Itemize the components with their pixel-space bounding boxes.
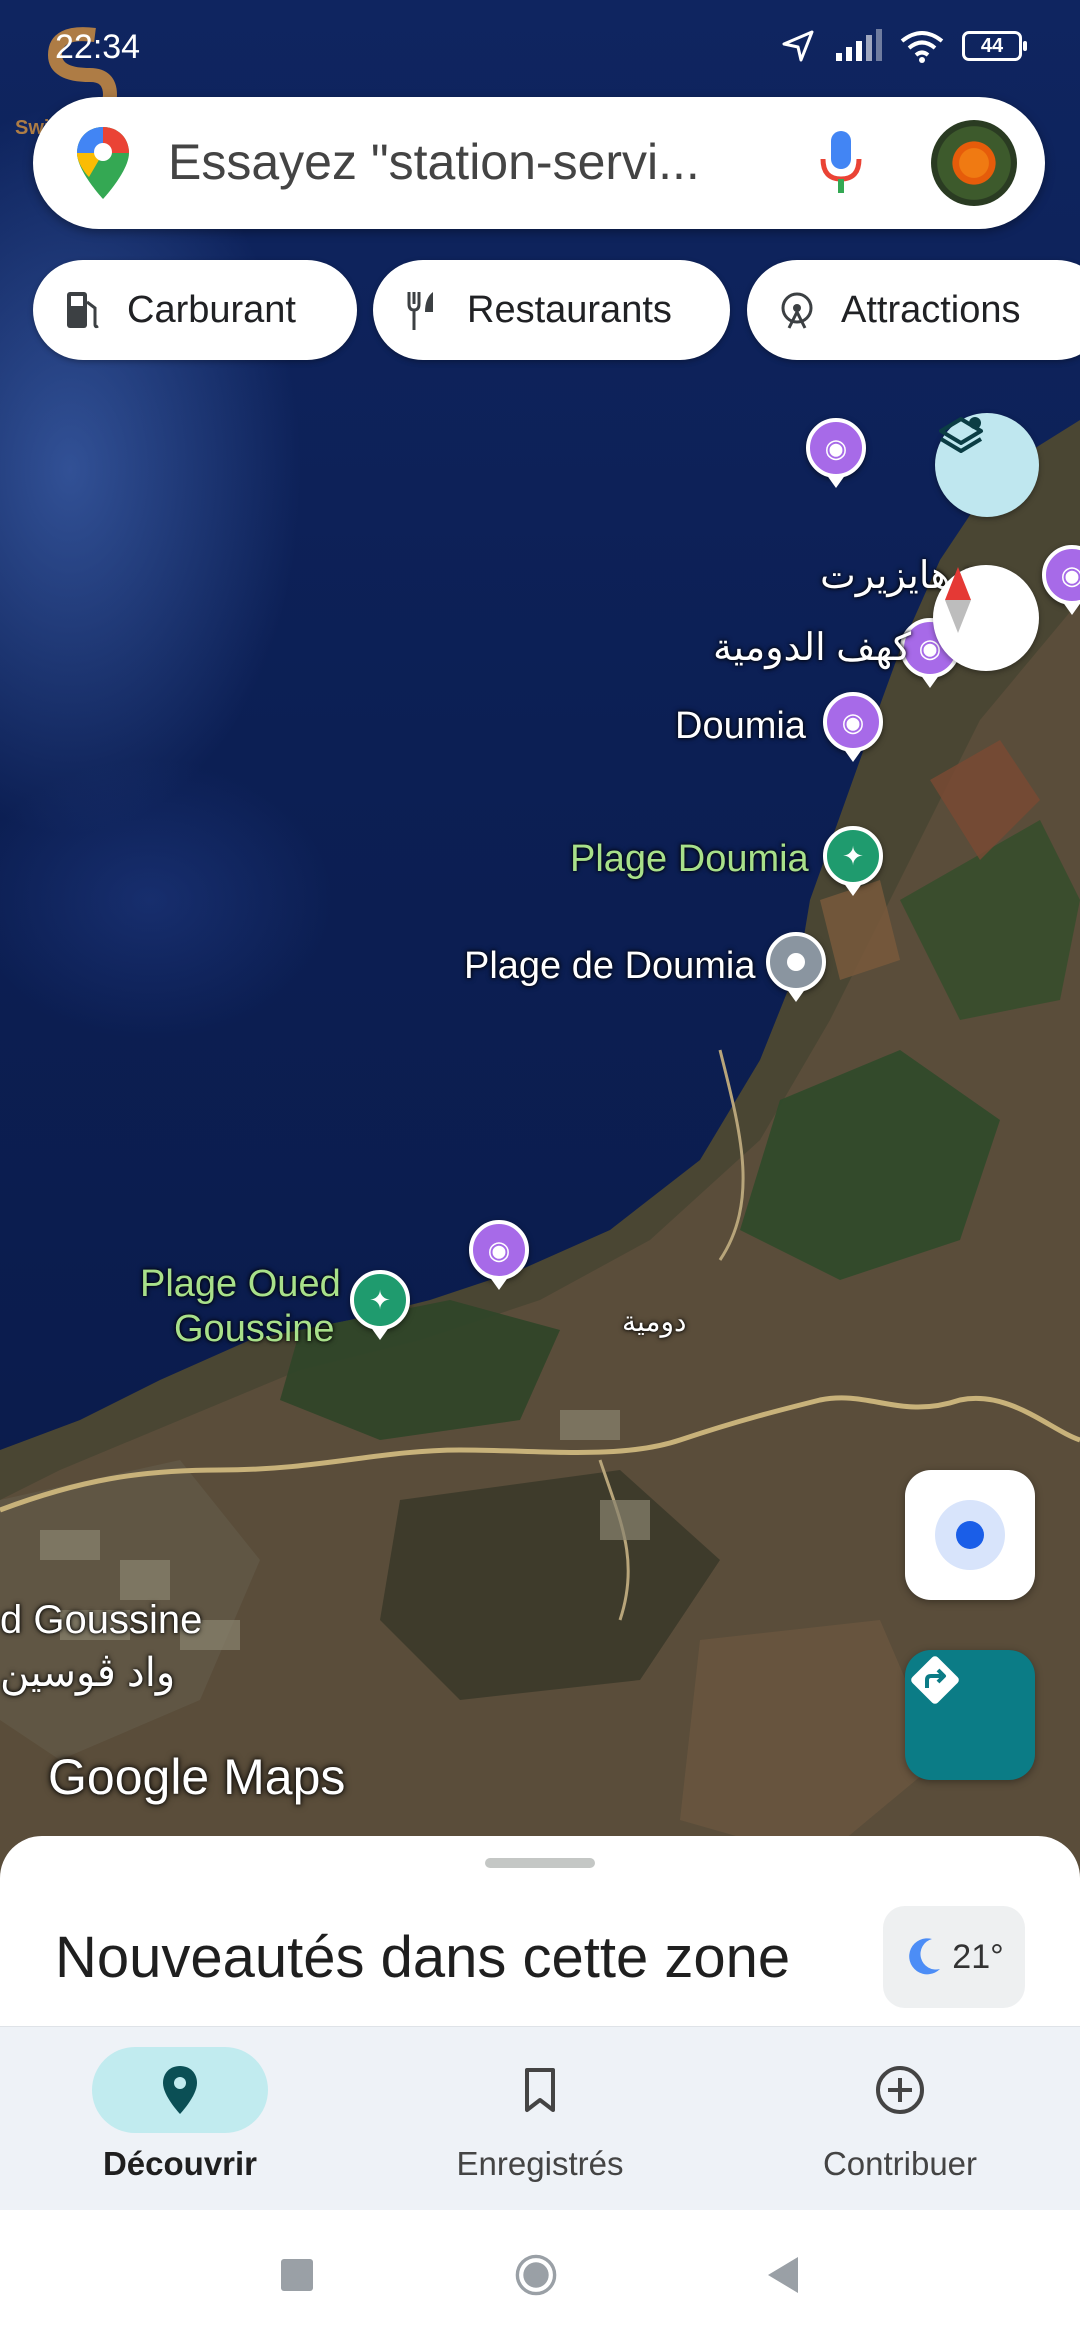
nav-pill	[812, 2047, 988, 2133]
poi-photo-pin[interactable]: ◉	[469, 1220, 529, 1280]
poi-photo-pin[interactable]: ◉	[823, 692, 883, 752]
map-label-plage-de-doumia[interactable]: Plage de Doumia	[464, 945, 756, 988]
search-bar[interactable]: Essayez "station-servi...	[33, 97, 1045, 229]
google-maps-pin-icon	[77, 127, 129, 199]
directions-icon	[911, 1656, 959, 1704]
location-ring	[935, 1500, 1005, 1570]
beach-umbrella-icon: ✦	[842, 841, 864, 871]
layers-icon	[939, 417, 983, 453]
attractions-icon	[775, 288, 819, 332]
temperature: 21°	[952, 1937, 1004, 1976]
chip-label: Attractions	[841, 288, 1021, 331]
location-dot-icon	[956, 1521, 984, 1549]
chip-label: Carburant	[127, 288, 296, 331]
map-label-plage-oued-goussine-line2[interactable]: Goussine	[174, 1308, 335, 1351]
nav-pill	[452, 2047, 628, 2133]
bookmark-icon	[525, 2068, 555, 2112]
sheet-title: Nouveautés dans cette zone	[55, 1925, 791, 1990]
status-icons: 44	[780, 28, 1027, 64]
place-dot-icon	[787, 953, 805, 971]
status-bar: 22:34 44	[0, 0, 1080, 90]
back-triangle-icon	[768, 2257, 798, 2293]
weather-badge[interactable]: 21°	[883, 1906, 1025, 2008]
wifi-icon	[900, 31, 944, 63]
my-location-button[interactable]	[905, 1470, 1035, 1600]
system-navigation-bar	[0, 2210, 1080, 2340]
chip-fuel[interactable]: Carburant	[33, 260, 357, 360]
recents-button[interactable]	[275, 2253, 319, 2297]
camera-icon: ◉	[1060, 560, 1080, 590]
nav-tab-explore[interactable]: Découvrir	[50, 2047, 310, 2197]
location-pin-icon	[163, 2066, 197, 2114]
chip-attractions[interactable]: Attractions	[747, 260, 1080, 360]
restaurant-icon	[401, 288, 445, 332]
map-label-doumia-ar: دومية	[622, 1306, 687, 1337]
back-button[interactable]	[760, 2253, 804, 2297]
status-time: 22:34	[55, 28, 141, 66]
nav-tab-saved[interactable]: Enregistrés	[410, 2047, 670, 2197]
square-icon	[281, 2259, 313, 2291]
bottom-sheet[interactable]: Nouveautés dans cette zone 21°	[0, 1836, 1080, 2026]
chip-restaurants[interactable]: Restaurants	[373, 260, 730, 360]
map-label-oued-goussine-ar[interactable]: واد ڨوسين	[0, 1650, 175, 1696]
map-label-plage-oued-goussine-line1[interactable]: Plage Oued	[140, 1263, 341, 1306]
location-arrow-icon	[782, 30, 814, 62]
directions-button[interactable]	[905, 1650, 1035, 1780]
compass-icon	[945, 567, 971, 633]
moon-icon	[909, 1938, 941, 1975]
nav-active-pill	[92, 2047, 268, 2133]
map-label-doumia-cave[interactable]: كهف الدومية	[713, 625, 911, 670]
map-label-doumia[interactable]: Doumia	[675, 705, 806, 748]
nav-label: Découvrir	[102, 2145, 258, 2182]
home-button[interactable]	[514, 2253, 558, 2297]
nav-tab-contribute[interactable]: Contribuer	[770, 2047, 1030, 2197]
avatar[interactable]	[931, 120, 1017, 206]
layers-button[interactable]	[935, 413, 1039, 517]
map-label-plage-doumia[interactable]: Plage Doumia	[570, 838, 809, 881]
camera-icon: ◉	[841, 707, 865, 737]
google-maps-logo: Google Maps	[48, 1749, 346, 1805]
poi-place-pin[interactable]	[766, 932, 826, 992]
poi-beach-pin[interactable]: ✦	[823, 826, 883, 886]
camera-icon: ◉	[824, 433, 848, 463]
poi-photo-pin[interactable]: ◉	[806, 418, 866, 478]
nav-label: Contribuer	[822, 2145, 978, 2182]
compass-button[interactable]	[933, 565, 1039, 671]
microphone-icon[interactable]	[818, 129, 864, 197]
add-circle-icon	[876, 2066, 924, 2114]
nav-label: Enregistrés	[456, 2145, 624, 2182]
poi-beach-pin[interactable]: ✦	[350, 1270, 410, 1330]
home-circle-icon	[515, 2254, 557, 2296]
search-input[interactable]: Essayez "station-servi...	[168, 133, 788, 191]
battery-icon: 44	[962, 31, 1027, 61]
map-label-oued-goussine[interactable]: d Goussine	[0, 1598, 202, 1643]
beach-umbrella-icon: ✦	[369, 1285, 391, 1315]
bottom-navigation: Découvrir Enregistrés Contribuer	[0, 2026, 1080, 2211]
signal-icon	[836, 29, 882, 61]
camera-icon: ◉	[487, 1235, 511, 1265]
chip-label: Restaurants	[467, 288, 672, 331]
fuel-icon	[61, 288, 105, 332]
sheet-drag-handle[interactable]	[485, 1858, 595, 1868]
